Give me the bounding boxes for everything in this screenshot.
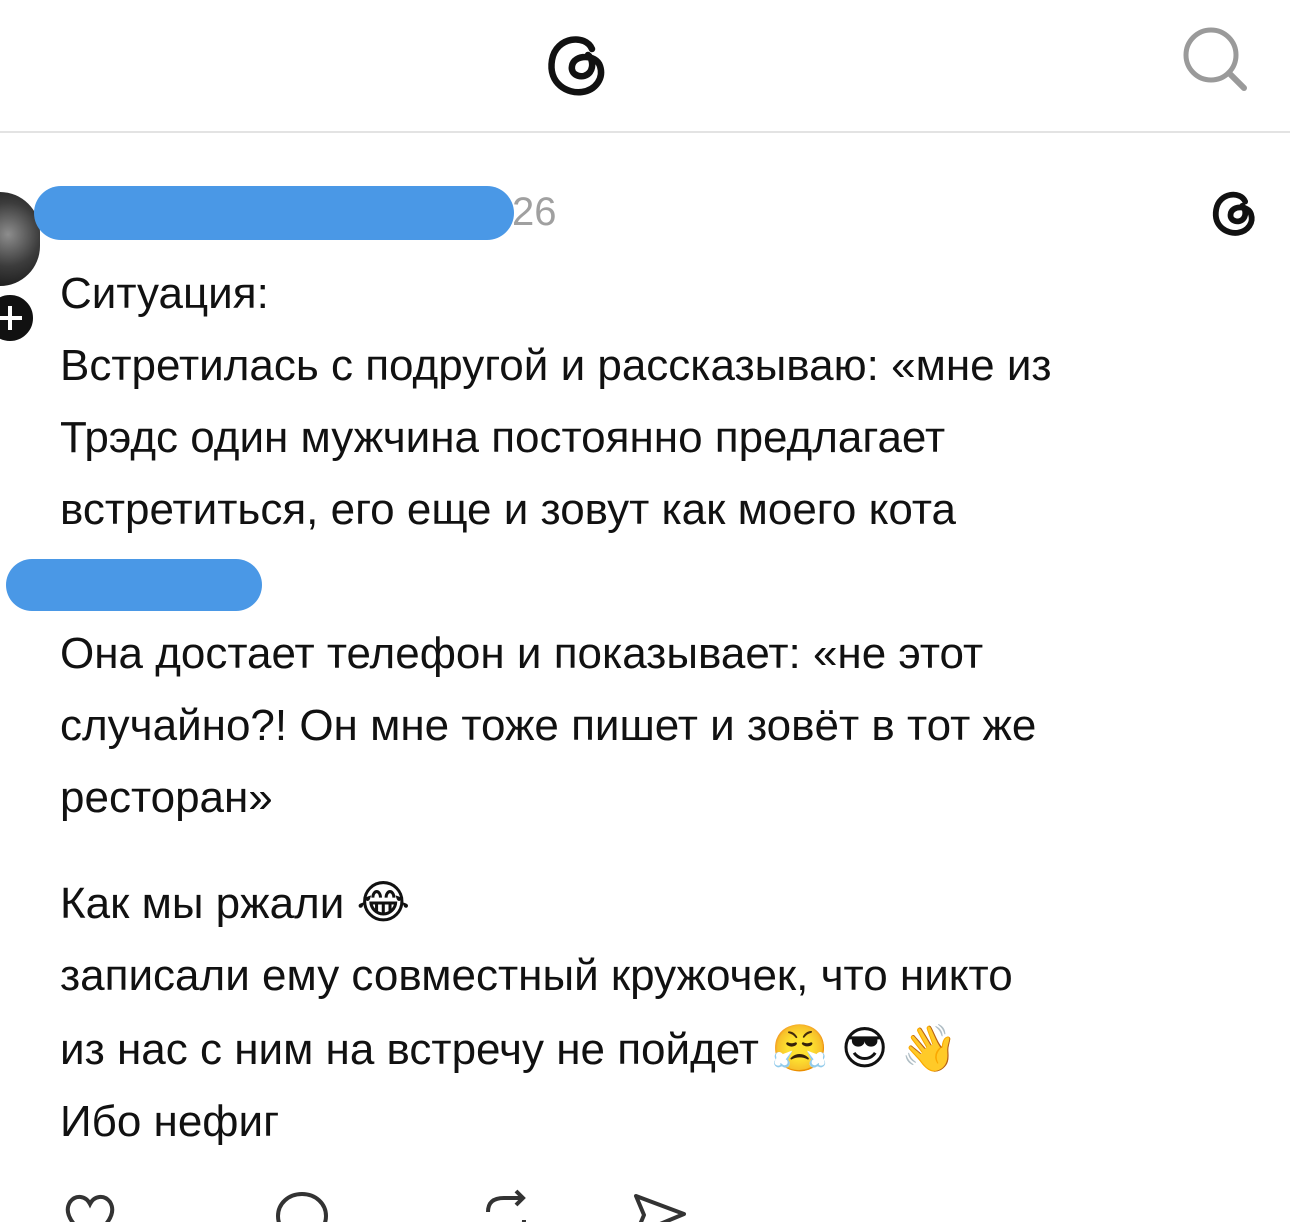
- repost-button[interactable]: [476, 1186, 536, 1222]
- like-button[interactable]: [60, 1186, 120, 1222]
- search-icon[interactable]: [1178, 22, 1252, 96]
- laughing-emoji-icon: 😂: [356, 875, 411, 929]
- post-line: Ситуация:: [60, 269, 269, 318]
- post-line: случайно?! Он мне тоже пишет и зовёт в т…: [60, 701, 1037, 750]
- post-actions: [40, 1186, 800, 1222]
- send-icon: [634, 1194, 686, 1222]
- post-timestamp: 26: [512, 190, 557, 234]
- share-button[interactable]: [630, 1186, 690, 1222]
- post-line: Встретилась с подругой и рассказываю: «м…: [60, 341, 1052, 390]
- post-line: Трэдс один мужчина постоянно предлагает: [60, 413, 946, 462]
- reply-button[interactable]: [272, 1186, 332, 1222]
- post-paragraph-3: Как мы ржали 😂 записали ему совместный к…: [60, 866, 1013, 1158]
- text-redaction: [6, 559, 262, 611]
- top-divider: [0, 131, 1290, 133]
- threads-badge-icon: [1206, 182, 1264, 240]
- post-line: ресторан»: [60, 773, 273, 822]
- heart-icon: [65, 1195, 115, 1222]
- post-line-text: Как мы ржали: [60, 879, 345, 928]
- follow-plus-icon[interactable]: [0, 290, 38, 346]
- comment-icon: [275, 1191, 329, 1222]
- post-paragraph-2: Она достает телефон и показывает: «не эт…: [60, 618, 1036, 834]
- top-bar: [0, 0, 1290, 133]
- repost-icon: [486, 1189, 526, 1222]
- post-line: записали ему совместный кружочек, что ни…: [60, 951, 1013, 1000]
- sunglasses-emoji-icon: 😎: [840, 1021, 889, 1075]
- post-line: Ибо нефиг: [60, 1097, 280, 1146]
- post-paragraph-1: Ситуация: Встретилась с подругой и расск…: [60, 258, 1052, 546]
- waving-hand-emoji-icon: 👋: [900, 1021, 959, 1075]
- angry-emoji-icon: 😤: [771, 1021, 829, 1075]
- username-redaction: [34, 186, 514, 240]
- post-line-text: из нас с ним на встречу не пойдет: [60, 1025, 759, 1074]
- post-line: встретиться, его еще и зовут как моего к…: [60, 485, 956, 534]
- post-line: Она достает телефон и показывает: «не эт…: [60, 629, 984, 678]
- post-line: Как мы ржали 😂: [60, 866, 1013, 940]
- threads-logo-icon[interactable]: [538, 22, 618, 102]
- post-line: из нас с ним на встречу не пойдет 😤 😎 👋: [60, 1012, 1013, 1086]
